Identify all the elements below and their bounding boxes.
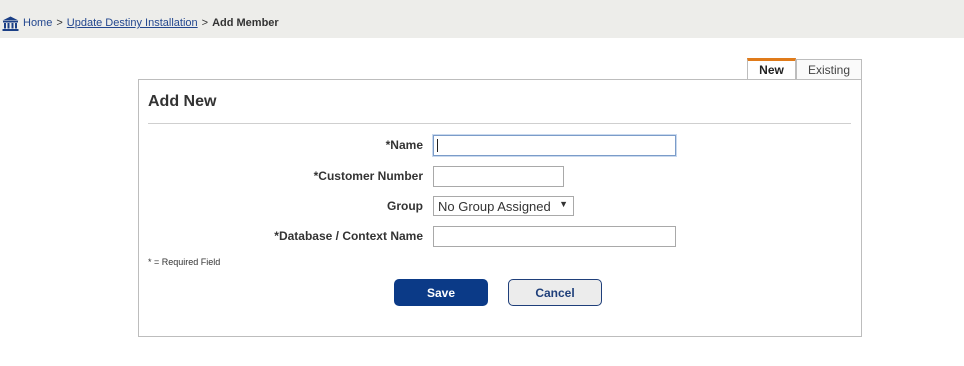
name-label: *Name — [385, 138, 423, 152]
add-new-panel: Add New *Name *Customer Number Group No … — [138, 79, 862, 337]
home-icon[interactable] — [2, 16, 19, 31]
divider — [148, 123, 851, 124]
customer-number-label: *Customer Number — [313, 169, 423, 183]
breadcrumb-separator: > — [201, 17, 209, 29]
required-field-note: * = Required Field — [148, 257, 221, 267]
breadcrumb: Home > Update Destiny Installation > Add… — [2, 14, 279, 32]
tab-existing[interactable]: Existing — [796, 59, 862, 79]
group-select[interactable]: No Group Assigned ▼ — [433, 196, 574, 216]
triangle-down-icon: ▼ — [559, 199, 568, 209]
text-caret — [437, 139, 438, 152]
database-context-label: *Database / Context Name — [274, 229, 423, 243]
breadcrumb-home-link[interactable]: Home — [23, 17, 52, 29]
panel-title: Add New — [148, 93, 217, 110]
name-input[interactable] — [433, 135, 676, 156]
group-label: Group — [387, 199, 423, 213]
cancel-button[interactable]: Cancel — [508, 279, 602, 306]
breadcrumb-current: Add Member — [212, 17, 279, 29]
breadcrumb-separator: > — [56, 17, 63, 29]
breadcrumb-update-installation-link[interactable]: Update Destiny Installation — [67, 17, 198, 29]
top-bar: Home > Update Destiny Installation > Add… — [0, 0, 964, 38]
group-selected-value: No Group Assigned — [438, 198, 551, 214]
customer-number-input[interactable] — [433, 166, 564, 187]
tab-strip: New Existing — [747, 58, 862, 79]
save-button[interactable]: Save — [394, 279, 488, 306]
database-context-input[interactable] — [433, 226, 676, 247]
tab-new[interactable]: New — [747, 58, 796, 79]
